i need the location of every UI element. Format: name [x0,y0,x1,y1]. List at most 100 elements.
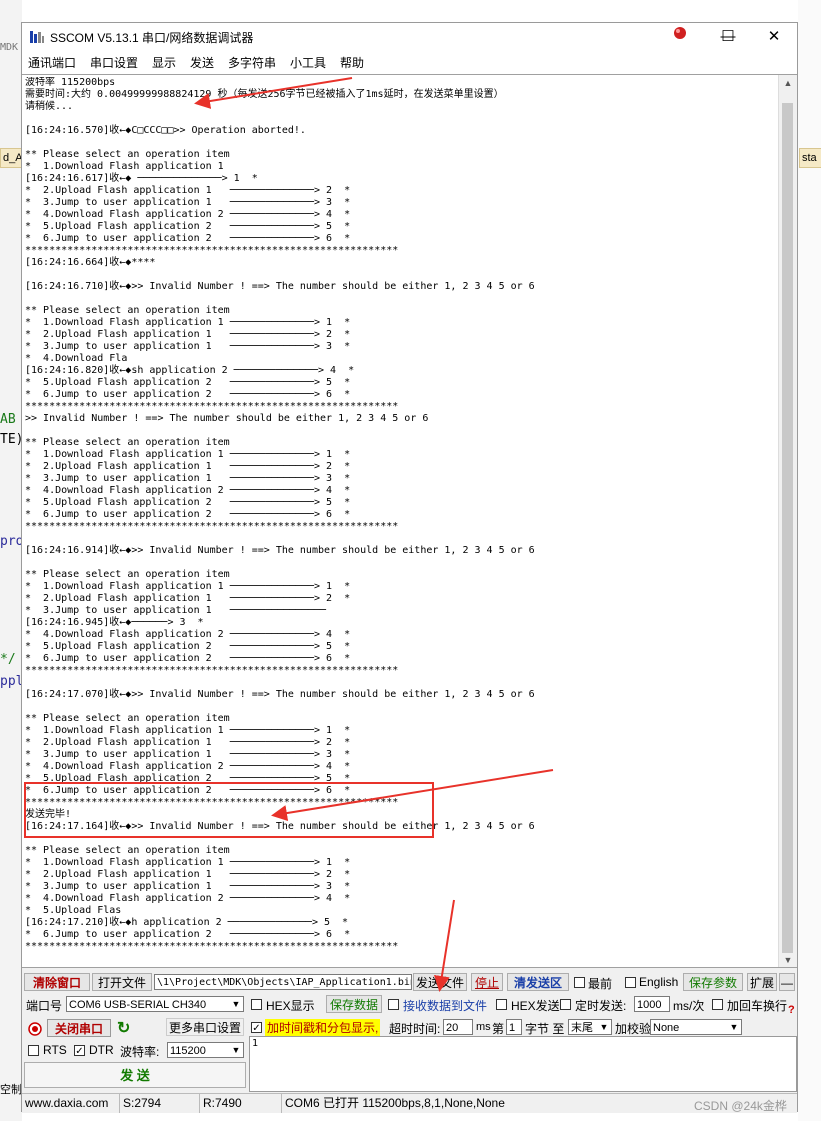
english-checkbox[interactable] [625,977,636,988]
recv-to-file-checkbox[interactable] [388,999,399,1010]
port-label: 端口号 [26,999,63,1013]
background-fragment: pro [0,534,24,549]
timeout-input[interactable]: 20 [443,1019,473,1035]
menu-send[interactable]: 发送 [190,54,214,71]
receive-line: [16:24:16.664]收←◆**** [25,257,156,268]
receive-line: [16:24:16.570]收←◆C□CCC□□>> Operation abo… [25,125,306,136]
background-fragment: AB [0,412,16,427]
receive-line [25,533,777,545]
receive-line: 需要时间:大约 0.00499999988824129 秒（每发送256字节已经… [25,89,504,100]
receive-line: * 5.Upload Flash application 2 ─────────… [25,641,351,652]
hex-display-checkbox[interactable] [251,999,262,1010]
menu-display[interactable]: 显示 [152,54,176,71]
baud-select[interactable]: 115200 ▼ [167,1042,244,1058]
interval-input[interactable]: 1000 [634,996,670,1012]
menu-help[interactable]: 帮助 [340,54,364,71]
append-crlf-checkbox[interactable] [712,999,723,1010]
receive-line: * 4.Download Fla [25,353,128,364]
receive-line: * 2.Upload Flash application 1 ─────────… [25,593,351,604]
receive-line: ** Please select an operation item [25,149,230,160]
checksum-select[interactable]: None ▼ [650,1019,742,1035]
menu-multi-string[interactable]: 多字符串 [228,54,276,71]
scroll-thumb[interactable] [782,103,793,953]
receive-line [25,113,777,125]
hex-send-checkbox[interactable] [496,999,507,1010]
receive-line: * 2.Upload Flash application 1 ─────────… [25,329,351,340]
port-value: COM6 USB-SERIAL CH340 [69,999,207,1011]
page-input[interactable]: 1 [506,1019,522,1035]
stop-button[interactable]: 停止 [471,973,503,991]
hex-display-label: HEX显示 [266,999,315,1013]
chevron-down-icon: ▼ [729,1022,739,1032]
receive-line: [16:24:17.210]收←◆h application 2 ───────… [25,917,349,928]
dtr-checkbox[interactable]: ✓ [74,1045,85,1057]
receive-scrollbar[interactable]: ▲ ▼ [778,75,797,968]
app-mascot-icon [674,27,686,39]
close-button[interactable]: ✕ [751,23,797,51]
receive-line: * 6.Jump to user application 2 ─────────… [25,785,351,796]
recv-to-file-label: 接收数据到文件 [403,999,488,1013]
topmost-checkbox[interactable] [574,977,585,988]
more-settings-button[interactable]: 更多串口设置 [166,1018,244,1036]
open-file-button[interactable]: 打开文件 [92,973,152,991]
receive-line: >> Invalid Number ! ==> The number shoul… [25,413,429,424]
append-crlf-label: 加回车换行 [727,999,788,1013]
clear-window-button[interactable]: 清除窗口 [24,973,90,991]
receive-line: [16:24:17.164]收←◆>> Invalid Number ! ==>… [25,821,535,832]
scroll-up-icon[interactable]: ▲ [779,75,797,91]
background-fragment: 空制 [0,1084,22,1096]
refresh-icon[interactable]: ↻ [117,1018,130,1038]
receive-line: * 3.Jump to user application 1 ─────────… [25,473,351,484]
rts-checkbox[interactable] [28,1045,39,1056]
timestamp-label: 加时间戳和分包显示, [265,1019,381,1036]
chevron-down-icon: ▼ [231,999,241,1009]
menu-tools[interactable]: 小工具 [290,54,326,71]
receive-line: * 4.Download Flash application 2 ───────… [25,629,351,640]
background-ide-left [0,0,22,1121]
receive-line: ** Please select an operation item [25,845,230,856]
menu-serial-settings[interactable]: 串口设置 [90,54,138,71]
background-fragment: MDK [0,42,19,53]
port-select[interactable]: COM6 USB-SERIAL CH340 ▼ [66,996,244,1012]
file-path-field[interactable]: \1\Project\MDK\Objects\IAP_Application1.… [154,974,412,990]
timed-send-checkbox[interactable] [560,999,571,1010]
send-button[interactable]: 发 送 [24,1062,246,1088]
close-port-button[interactable]: 关闭串口 [47,1019,111,1037]
receive-line: * 3.Jump to user application 1 ─────────… [25,605,327,616]
send-input[interactable]: 1 [249,1036,797,1092]
receive-line: * 6.Jump to user application 2 ─────────… [25,233,351,244]
app-icon [30,31,44,43]
receive-line: ** Please select an operation item [25,569,230,580]
save-params-button[interactable]: 保存参数 [683,973,743,991]
receive-line [25,137,777,149]
title-bar[interactable]: SSCOM V5.13.1 串口/网络数据调试器 — [22,23,797,51]
receive-line: * 2.Upload Flash application 1 ─────────… [25,737,351,748]
send-input-text: 1 [252,1038,259,1049]
receive-line: * 6.Jump to user application 2 ─────────… [25,653,351,664]
status-received-count: R:7490 [200,1094,282,1113]
english-label: English [639,975,679,989]
help-icon[interactable]: ? [788,1004,795,1016]
expand-button[interactable]: 扩展 [747,973,777,991]
timestamp-checkbox[interactable]: ✓ [251,1022,262,1034]
interval-unit: ms/次 [673,999,705,1013]
menu-comm-port[interactable]: 通讯端口 [28,54,76,71]
collapse-button[interactable]: — [779,973,795,991]
maximize-button[interactable]: ☐ [705,23,751,51]
end-select[interactable]: 末尾 ▼ [568,1019,612,1035]
save-data-button[interactable]: 保存数据 [326,995,382,1013]
send-file-button[interactable]: 发送文件 [413,973,467,991]
receive-line: * 2.Upload Flash application 1 ─────────… [25,461,351,472]
background-fragment: ppl [0,674,24,689]
clear-send-button[interactable]: 清发送区 [507,973,569,991]
receive-line: * 1.Download Flash application 1 ───────… [25,581,351,592]
receive-line: * 3.Jump to user application 1 ─────────… [25,749,351,760]
receive-line: * 3.Jump to user application 1 ─────────… [25,197,351,208]
status-website[interactable]: www.daxia.com [22,1094,120,1113]
scroll-down-icon[interactable]: ▼ [779,952,797,968]
receive-line: * 4.Download Flash application 2 ───────… [25,485,351,496]
receive-line: * 4.Download Flash application 2 ───────… [25,761,351,772]
receive-line: * 1.Download Flash application 1 ───────… [25,449,351,460]
end-value: 末尾 [571,1022,593,1034]
receive-area[interactable]: 波特率 115200bps 需要时间:大约 0.00499999988824129… [22,74,797,968]
